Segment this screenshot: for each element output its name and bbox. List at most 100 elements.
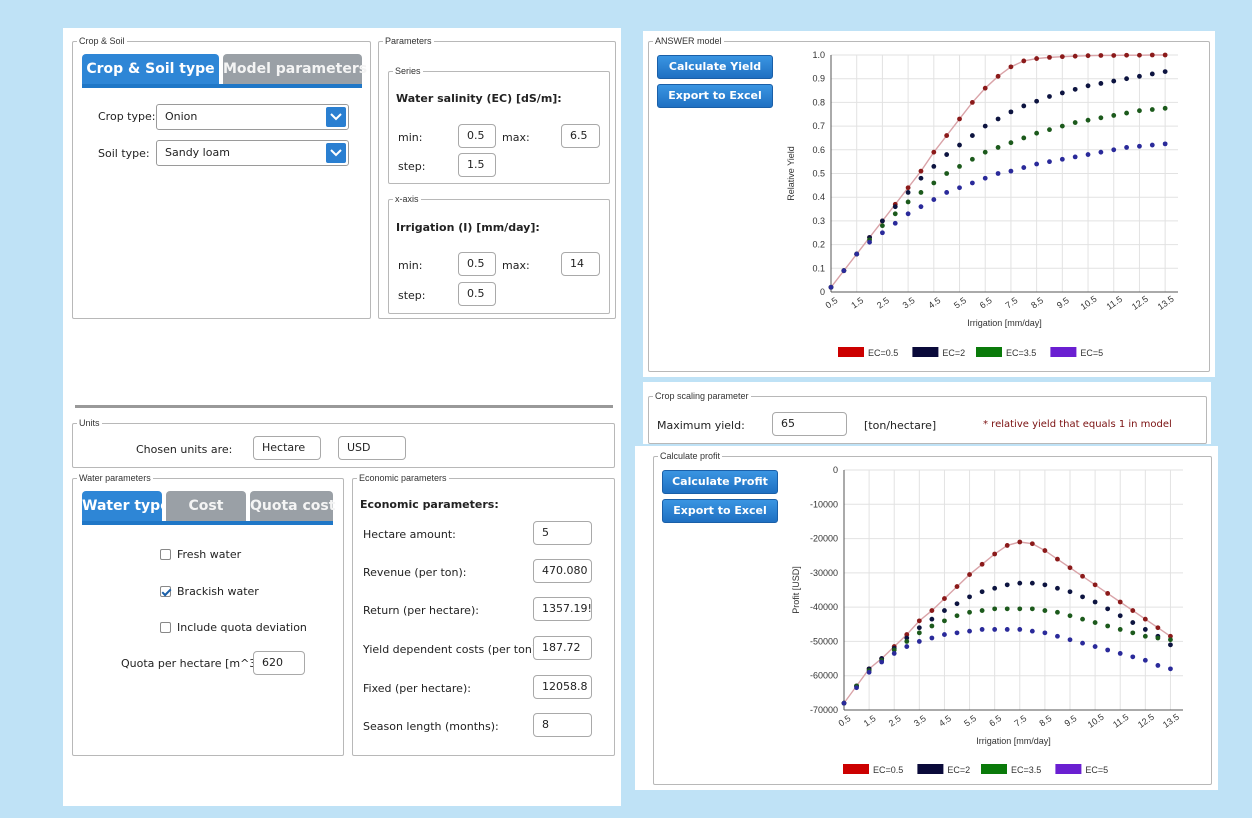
profit-chart: 0 -10000 -20000 -30000 -40000 -50000 -60000 -70… (791, 465, 1183, 775)
calculate-yield-button[interactable]: Calculate Yield (657, 55, 773, 79)
calculate-profit-button[interactable]: Calculate Profit (662, 470, 778, 494)
data-point (828, 284, 834, 290)
x-tick-label: 5.5 (962, 713, 978, 728)
data-point (1021, 58, 1027, 64)
parameters-legend: Parameters (385, 36, 432, 46)
data-point (1072, 120, 1078, 125)
data-point (1124, 110, 1129, 116)
x-tick-label: 9.5 (1055, 295, 1071, 310)
y-tick-label: -70000 (810, 705, 838, 715)
data-point (929, 616, 935, 622)
series-legend: Series (395, 66, 421, 76)
data-point (891, 651, 897, 656)
data-point (1124, 76, 1129, 82)
data-point (969, 156, 975, 162)
data-point (957, 142, 962, 148)
data-point (1021, 135, 1027, 141)
data-point (892, 211, 898, 217)
xaxis-min-input[interactable]: 0.5 (458, 252, 496, 276)
quota-input[interactable]: 620 (253, 651, 305, 675)
data-point (982, 123, 988, 129)
data-point (867, 239, 872, 245)
data-point (905, 199, 911, 205)
data-point (1117, 651, 1123, 656)
data-point (1004, 627, 1010, 632)
xaxis-max-input[interactable]: 14 (561, 252, 600, 276)
legend-swatch (843, 764, 869, 774)
data-point (1055, 585, 1060, 591)
answer-model-legend: ANSWER model (655, 36, 722, 46)
data-point (1137, 143, 1142, 149)
data-point (879, 659, 885, 665)
tab-cost[interactable]: Cost (166, 491, 246, 521)
x-tick-label: 6.5 (978, 295, 994, 310)
data-point (995, 171, 1001, 176)
quota-deviation-checkbox[interactable] (160, 622, 171, 633)
series-step-label: step: (398, 160, 426, 173)
water-salinity-title: Water salinity (EC) [dS/m]: (396, 92, 562, 105)
x-tick-label: 1.5 (862, 713, 878, 728)
tab-quota-cost[interactable]: Quota cost (250, 491, 335, 521)
y-tick-label: 0 (820, 287, 825, 297)
tab-crop-soil-type[interactable]: Crop & Soil type (82, 54, 219, 84)
units-currency-input[interactable]: USD (338, 436, 406, 460)
season-length-input[interactable]: 8 (533, 713, 592, 737)
x-tick-label: 4.5 (926, 295, 942, 310)
data-point (1055, 609, 1060, 615)
xaxis-step-input[interactable]: 0.5 (458, 282, 496, 306)
crop-type-select[interactable]: Onion (156, 104, 349, 130)
return-input[interactable]: 1357.19! (533, 597, 592, 621)
data-point (1034, 161, 1040, 167)
x-tick-label: 10.5 (1086, 712, 1106, 730)
fresh-water-checkbox[interactable] (160, 549, 171, 560)
tab-model-parameters[interactable]: Model parameters (223, 54, 367, 84)
x-tick-label: 4.5 (937, 713, 953, 728)
fixed-input[interactable]: 12058.8 (533, 675, 592, 699)
data-point (1085, 83, 1091, 89)
data-point (1142, 627, 1148, 632)
crop-type-label: Crop type: (98, 110, 156, 123)
xaxis-step-label: step: (398, 289, 426, 302)
y-tick-label: -30000 (810, 568, 838, 578)
export-profit-excel-button[interactable]: Export to Excel (662, 499, 778, 523)
econ-label-3: Yield dependent costs (per ton): (363, 643, 540, 656)
yield-costs-input[interactable]: 187.72 (533, 636, 592, 660)
series-max-input[interactable]: 6.5 (561, 124, 600, 148)
hectare-amount-input[interactable]: 5 (533, 521, 592, 545)
data-point (1067, 589, 1073, 595)
x-tick-label: 12.5 (1136, 712, 1156, 730)
data-point (1105, 606, 1111, 612)
econ-label-5: Season length (months): (363, 720, 499, 733)
data-point (992, 585, 998, 591)
data-point (1149, 71, 1155, 77)
brackish-water-checkbox[interactable] (160, 586, 171, 597)
data-point (1092, 599, 1098, 605)
soil-type-select[interactable]: Sandy loam (156, 140, 349, 166)
data-point (1162, 141, 1168, 147)
revenue-input[interactable]: 470.080 (533, 559, 592, 583)
quota-label: Quota per hectare [m^3]: (121, 657, 265, 670)
xaxis-max-label: max: (502, 259, 530, 272)
series-min-label: min: (398, 131, 423, 144)
series-min-input[interactable]: 0.5 (458, 124, 496, 148)
data-point (916, 618, 922, 624)
tab-water-type[interactable]: Water type (82, 491, 170, 521)
y-tick-label: 0 (833, 465, 838, 475)
max-yield-input[interactable]: 65 (772, 412, 847, 436)
y-axis-title: Profit [USD] (791, 566, 801, 614)
data-point (942, 608, 947, 613)
legend-label: EC=0.5 (868, 348, 898, 358)
data-point (1029, 580, 1035, 586)
export-yield-excel-button[interactable]: Export to Excel (657, 84, 773, 108)
units-area-input[interactable]: Hectare (253, 436, 321, 460)
data-point (1047, 127, 1052, 133)
data-point (929, 623, 935, 629)
data-point (979, 589, 985, 595)
data-point (916, 625, 922, 631)
series-step-input[interactable]: 1.5 (458, 153, 496, 177)
data-point (1098, 81, 1104, 86)
data-point (1004, 582, 1010, 588)
data-point (1029, 541, 1035, 547)
x-tick-label: 11.5 (1105, 294, 1125, 312)
data-point (992, 627, 998, 632)
